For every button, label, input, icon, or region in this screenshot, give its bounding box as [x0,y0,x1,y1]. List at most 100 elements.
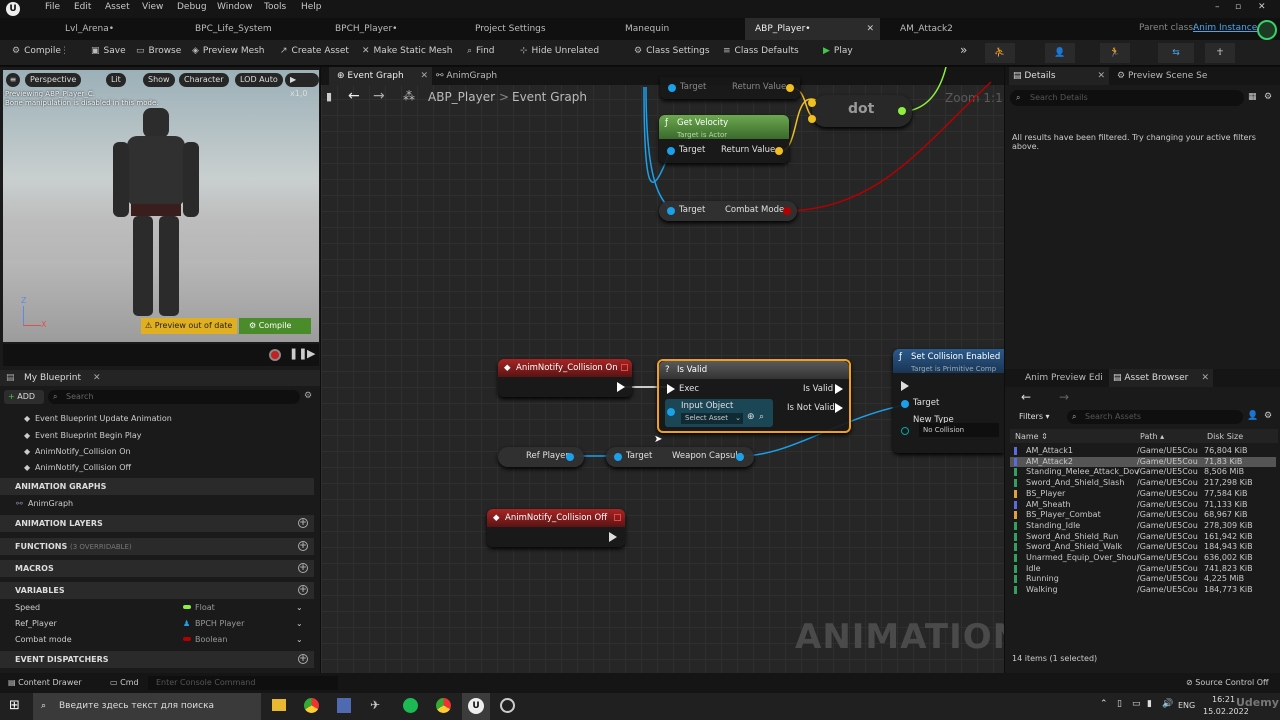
tab-lvl-arena[interactable]: Lvl_Arena• [55,18,175,40]
tray-overflow-icon[interactable]: ⌃ [1100,699,1108,709]
input-object-pin[interactable] [667,408,675,416]
exec-out-pin[interactable] [609,532,617,542]
dot-input-a-pin[interactable] [808,99,816,107]
class-settings-button[interactable]: ⚙ Class Settings [634,46,710,56]
exec-in-pin[interactable] [901,381,909,391]
hide-unrelated-button[interactable]: ⊹ Hide Unrelated [520,46,599,56]
preview-mesh-button[interactable]: ◈ Preview Mesh [192,46,265,56]
tab-anim-preview-editor[interactable]: Anim Preview Edi [1025,369,1105,387]
close-tab-icon[interactable]: ✕ [1097,67,1105,85]
wc-out-pin[interactable] [736,453,744,461]
section-animation-layers[interactable]: ANIMATION LAYERS + [0,515,314,532]
new-type-dropdown[interactable]: No Collision [919,423,999,437]
cmd-button[interactable]: ▭ Cmd [110,678,139,687]
source-control-button[interactable]: ⊘ Source Control Off [1186,678,1269,687]
chrome-icon[interactable] [304,698,319,713]
close-window-icon[interactable]: ✕ [1258,2,1266,12]
asset-row[interactable]: Standing_Melee_Attack_Dov/Game/UE5Cou 8,5… [1010,467,1276,477]
section-variables[interactable]: VARIABLES + [0,582,314,599]
menu-view[interactable]: View [142,2,163,12]
tab-project-settings[interactable]: Project Settings [465,18,605,40]
asset-row[interactable]: AM_Attack1/Game/UE5Cou 76,804 KiB [1010,446,1276,456]
dot-input-b-pin[interactable] [808,115,816,123]
ref-player-out-pin[interactable] [566,453,574,461]
ref-player-getter-node[interactable]: Ref Player [498,447,584,467]
filters-button[interactable]: Filters ▾ [1019,412,1050,421]
details-settings-icon[interactable]: ⚙ [1264,92,1272,102]
create-asset-button[interactable]: ↗ Create Asset [280,46,349,56]
section-macros[interactable]: MACROS + [0,560,314,577]
delegate-pin-icon[interactable] [614,514,621,521]
history-forward-icon[interactable]: → [1059,390,1069,404]
app-icon[interactable] [337,698,351,713]
compile-button[interactable]: ⚙ Compile [12,46,61,56]
section-animation-graphs[interactable]: ANIMATION GRAPHS [0,478,314,495]
dot-output-pin[interactable] [898,107,906,115]
asset-row[interactable]: Unarmed_Equip_Over_Shoul/Game/UE5Cou 636,… [1010,553,1276,563]
add-layer-icon[interactable]: + [298,518,308,528]
menu-tools[interactable]: Tools [264,2,286,12]
anim-notify-collision-off-node[interactable]: ◆ AnimNotify_Collision Off [487,509,625,547]
section-event-dispatchers[interactable]: EVENT DISPATCHERS + [0,651,314,668]
col-path-header[interactable]: Path ▴ [1140,432,1164,441]
save-button[interactable]: ▣ Save [91,46,126,56]
play-button[interactable]: ▶ Play [823,46,853,56]
menu-window[interactable]: Window [217,2,253,12]
viewport-menu-icon[interactable]: ≡ [6,73,20,87]
add-function-icon[interactable]: + [298,541,308,551]
asset-row[interactable]: AM_Attack2/Game/UE5Cou 71,83 KiB [1010,456,1276,467]
play-forward-icon[interactable]: ▶ [307,347,315,360]
get-velocity-node[interactable]: ƒ Get Velocity Target is Actor Target Re… [659,115,789,163]
col-size-header[interactable]: Disk Size [1207,432,1243,441]
pause-icon[interactable]: ❚❚ [289,347,307,360]
physics-mode-icon[interactable]: ☥ [1205,43,1235,63]
settings-gear-icon[interactable]: ⚙ [304,391,312,401]
tab-abp-player[interactable]: ABP_Player• ✕ [745,18,880,40]
top-partial-node[interactable]: Target Return Value [660,77,800,99]
select-asset-dropdown[interactable]: Select Asset ⌄ [681,413,743,424]
network-icon[interactable]: ▭ [1132,699,1141,709]
perspective-button[interactable]: Perspective [25,73,82,87]
exec-out-pin[interactable] [617,382,625,392]
is-not-valid-out-pin[interactable] [835,403,843,413]
asset-row[interactable]: Standing_Idle/Game/UE5Cou 278,309 KiB [1010,521,1276,531]
asset-row[interactable]: Sword_And_Shield_Walk/Game/UE5Cou 184,943… [1010,542,1276,552]
asset-row[interactable]: BS_Player_Combat/Game/UE5Cou 68,967 KiB [1010,510,1276,520]
blueprint-mode-icon[interactable]: ⇆ [1158,43,1194,63]
character-button[interactable]: Character [179,73,229,87]
minimize-icon[interactable]: – [1215,2,1220,12]
col-name-header[interactable]: Name ⇕ [1015,432,1048,441]
console-command-input[interactable]: Enter Console Command [148,676,338,690]
new-type-pin[interactable] [901,427,909,435]
menu-edit[interactable]: Edit [74,2,91,12]
anim-notify-collision-on-node[interactable]: ◆ AnimNotify_Collision On [498,359,632,397]
asset-row[interactable]: AM_Sheath/Game/UE5Cou 71,133 KiB [1010,500,1276,510]
asset-row[interactable]: BS_Player/Game/UE5Cou 77,584 KiB [1010,489,1276,499]
is-valid-out-pin[interactable] [835,384,843,394]
close-tab-icon[interactable]: ✕ [1201,369,1209,387]
history-back-icon[interactable]: ← [1021,390,1031,404]
chevron-down-icon[interactable]: ⌄ [296,603,303,612]
class-defaults-button[interactable]: ≡ Class Defaults [723,46,799,56]
menu-debug[interactable]: Debug [177,2,207,12]
make-static-mesh-button[interactable]: ✕ Make Static Mesh [362,46,452,56]
tray-icon[interactable]: ▯ [1117,699,1122,709]
asset-search-input[interactable]: ⌕ Search Assets [1067,410,1243,424]
tab-asset-browser[interactable]: ▤ Asset Browser ✕ [1109,369,1213,387]
asset-settings-icon[interactable]: ⚙ [1264,411,1272,421]
taskbar-search-input[interactable]: ⌕ Введите здесь текст для поиска [33,693,261,720]
velocity-target-pin[interactable] [667,147,675,155]
details-search-input[interactable]: ⌕ Search Details [1010,90,1244,106]
battery-icon[interactable]: ▮ [1147,699,1152,709]
collision-target-pin[interactable] [901,400,909,408]
close-tab-icon[interactable]: ✕ [866,18,874,40]
compile-options-icon[interactable]: ⋮ [60,46,69,56]
add-macro-icon[interactable]: + [298,563,308,573]
close-panel-icon[interactable]: ✕ [93,373,101,383]
browse-asset-icon[interactable]: ⌕ [759,412,764,422]
asset-row[interactable]: Sword_And_Shield_Run/Game/UE5Cou 161,942 … [1010,532,1276,542]
asset-row[interactable]: Walking/Game/UE5Cou 184,773 KiB [1010,585,1276,595]
lod-button[interactable]: LOD Auto [235,73,283,87]
debug-filter-icon[interactable]: ⛹ [985,43,1015,63]
add-button[interactable]: + ADD [4,390,44,404]
